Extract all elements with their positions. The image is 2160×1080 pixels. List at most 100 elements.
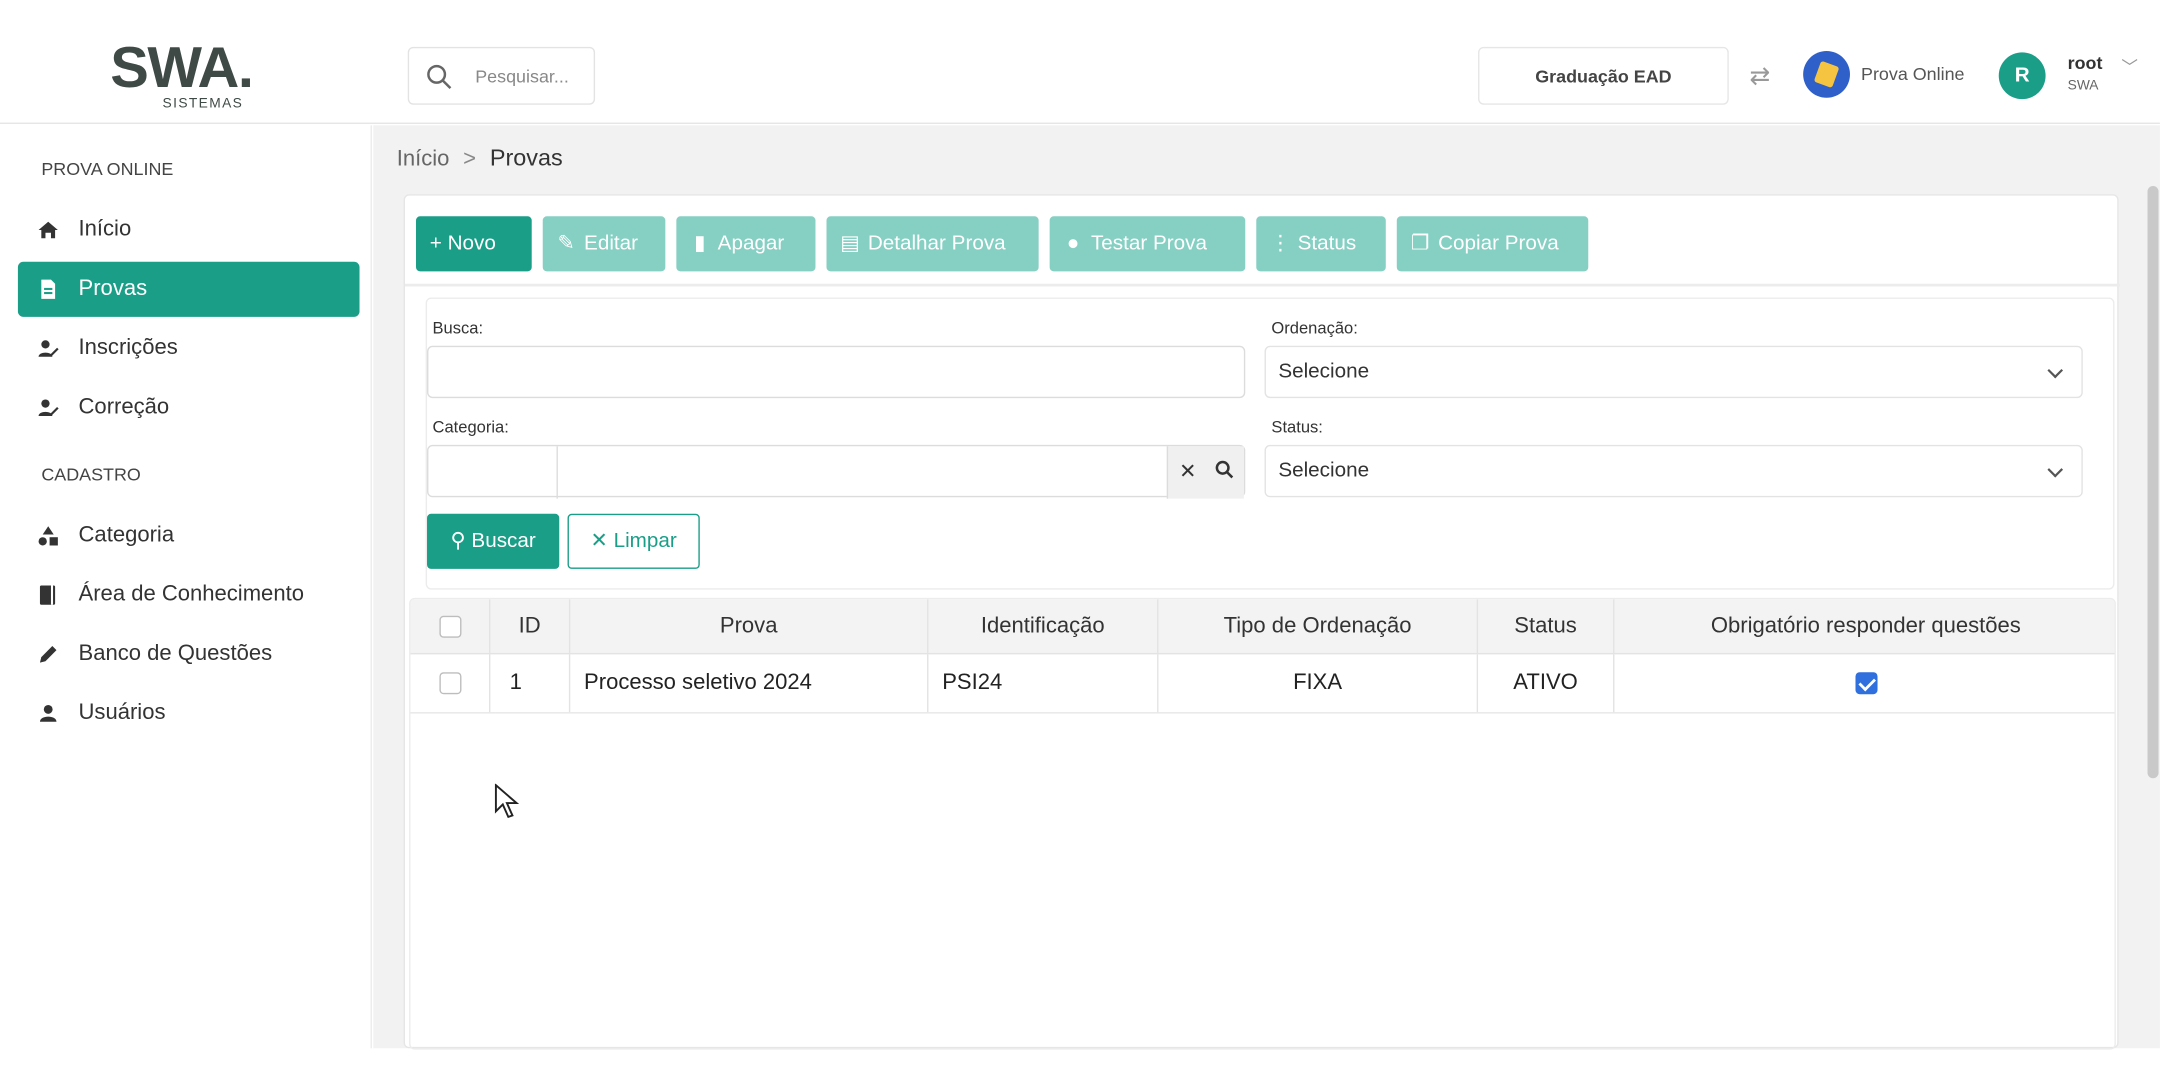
sidebar-section-prova-online: PROVA ONLINE <box>41 158 174 180</box>
status-filter-value: Selecione <box>1278 458 1370 483</box>
sidebar-item-correcao[interactable]: Correção <box>18 380 360 435</box>
search-icon <box>427 64 452 90</box>
cell-tipo-ordenacao: FIXA <box>1158 654 1479 713</box>
sidebar-item-usuarios[interactable]: Usuários <box>18 686 360 741</box>
clear-icon[interactable]: ✕ <box>1179 459 1196 483</box>
search-box[interactable]: Pesquisar... <box>407 46 596 105</box>
mouse-cursor-icon <box>494 783 520 819</box>
row-checkbox[interactable] <box>438 672 461 695</box>
novo-label: + Novo <box>429 231 496 255</box>
breadcrumb-separator: > <box>463 147 477 171</box>
top-bar: SWA. SISTEMAS Pesquisar... Graduação EAD… <box>0 0 2160 124</box>
sidebar-item-inicio[interactable]: Início <box>18 202 360 257</box>
column-header[interactable]: Tipo de Ordenação <box>1158 599 1479 653</box>
detalhar-prova-button[interactable]: ▤ Detalhar Prova <box>826 216 1039 272</box>
search-icon[interactable] <box>1215 460 1234 479</box>
cell-status: ATIVO <box>1478 654 1615 713</box>
table-row[interactable]: 1 Processo seletivo 2024 PSI24 FIXA ATIV… <box>410 654 2115 714</box>
sidebar-item-banco-de-questoes[interactable]: Banco de Questões <box>18 627 360 682</box>
limpar-label: Limpar <box>613 528 677 553</box>
chevron-down-icon[interactable]: ﹀ <box>2121 55 2138 78</box>
row-select-cell[interactable] <box>410 654 491 713</box>
sidebar-item-label: Início <box>78 217 132 242</box>
logo-word: SWA. <box>110 38 275 97</box>
page-scrollbar[interactable] <box>2147 185 2159 779</box>
header-select-all[interactable] <box>410 599 491 653</box>
swap-icon[interactable]: ⇄ <box>1749 62 1770 91</box>
column-header[interactable]: Status <box>1478 599 1615 653</box>
sidebar-item-label: Provas <box>78 276 148 301</box>
novo-button[interactable]: + Novo <box>416 216 532 272</box>
column-header[interactable]: ID <box>490 599 571 653</box>
book-icon <box>39 585 56 605</box>
table-header: ID Prova Identificação Tipo de Ordenação… <box>410 599 2115 655</box>
column-header[interactable]: Identificação <box>928 599 1159 653</box>
search-icon: ⚲ <box>450 528 472 553</box>
ordenacao-value: Selecione <box>1278 359 1370 383</box>
logo-subtitle: SISTEMAS <box>162 96 244 112</box>
buscar-label: Buscar <box>471 528 536 553</box>
testar-prova-button[interactable]: ● Testar Prova <box>1049 216 1246 272</box>
sidebar-item-label: Inscrições <box>78 336 178 360</box>
obrigatorio-checkbox[interactable] <box>1854 672 1877 695</box>
busca-label: Busca: <box>432 318 484 338</box>
avatar[interactable]: R <box>1998 52 2046 100</box>
status-select[interactable]: Selecione <box>1264 444 2083 498</box>
pencil-icon: ✎ <box>557 231 575 255</box>
apagar-button[interactable]: ▮ Apagar <box>676 216 816 272</box>
sidebar-item-area-de-conhecimento[interactable]: Área de Conhecimento <box>18 568 360 623</box>
breadcrumb-home[interactable]: Início <box>397 147 450 170</box>
logo[interactable]: SWA. SISTEMAS <box>110 38 275 116</box>
copy-icon: ❐ <box>1410 231 1430 255</box>
check-circle-icon: ● <box>1066 231 1080 255</box>
chevron-down-icon <box>2047 461 2064 478</box>
detalhar-label: Detalhar Prova <box>867 231 1006 255</box>
kebab-icon: ⋮ <box>1270 231 1291 255</box>
busca-input[interactable] <box>427 345 1246 399</box>
pencil-icon <box>39 646 57 663</box>
ordenacao-label: Ordenação: <box>1271 318 1358 338</box>
categoria-code-input[interactable] <box>428 446 558 499</box>
main-content: Início > Provas + Novo ✎ Editar ▮ Apagar ▤ De… <box>373 125 2160 1050</box>
cell-id: 1 <box>490 654 571 713</box>
user-org: SWA <box>2067 78 2099 94</box>
apagar-label: Apagar <box>717 231 785 255</box>
status-filter-label: Status: <box>1271 417 1323 437</box>
column-header[interactable]: Obrigatório responder questões <box>1614 599 2114 653</box>
testar-label: Testar Prova <box>1090 231 1207 255</box>
sidebar-item-categoria[interactable]: Categoria <box>18 508 360 563</box>
chevron-down-icon <box>2047 362 2064 379</box>
editar-button[interactable]: ✎ Editar <box>542 216 666 272</box>
cell-prova: Processo seletivo 2024 <box>570 654 929 713</box>
categoria-label: Categoria: <box>432 417 509 437</box>
buscar-button[interactable]: ⚲ Buscar <box>427 513 560 569</box>
user-name[interactable]: root <box>2068 52 2103 73</box>
sidebar-item-label: Categoria <box>78 523 175 547</box>
logo-text: SWA. <box>110 34 254 100</box>
categoria-lookup[interactable]: ✕ <box>427 444 1246 499</box>
app-name[interactable]: Prova Online <box>1861 63 1965 84</box>
status-button[interactable]: ⋮ Status <box>1256 216 1386 272</box>
breadcrumb: Início > Provas <box>397 145 563 173</box>
list-icon: ▤ <box>840 231 860 255</box>
user-edit-icon <box>38 340 59 357</box>
sidebar-section-cadastro: CADASTRO <box>41 464 141 485</box>
limpar-button[interactable]: ✕ Limpar <box>567 513 700 569</box>
sidebar-item-label: Banco de Questões <box>78 641 273 666</box>
column-header[interactable]: Prova <box>570 599 929 653</box>
sidebar-item-label: Usuários <box>78 701 166 725</box>
content-panel: + Novo ✎ Editar ▮ Apagar ▤ Detalhar Prova ●… <box>403 194 2120 1050</box>
copiar-prova-button[interactable]: ❐ Copiar Prova <box>1396 216 1589 272</box>
sidebar-item-label: Área de Conhecimento <box>78 582 304 607</box>
trash-icon: ▮ <box>694 231 706 255</box>
sidebar-item-inscricoes[interactable]: Inscrições <box>18 321 360 376</box>
sidebar-item-provas[interactable]: Provas <box>17 261 360 317</box>
sidebar: PROVA ONLINE Início Provas Inscrições Co… <box>0 125 372 1049</box>
ordenacao-select[interactable]: Selecione <box>1264 345 2083 399</box>
categoria-actions: ✕ <box>1166 446 1244 499</box>
select-all-checkbox[interactable] <box>438 615 461 638</box>
context-selector-button[interactable]: Graduação EAD <box>1478 46 1729 105</box>
toolbar: + Novo ✎ Editar ▮ Apagar ▤ Detalhar Prova ●… <box>404 196 2120 287</box>
copiar-label: Copiar Prova <box>1438 231 1559 255</box>
prova-online-app-icon[interactable] <box>1803 50 1850 98</box>
